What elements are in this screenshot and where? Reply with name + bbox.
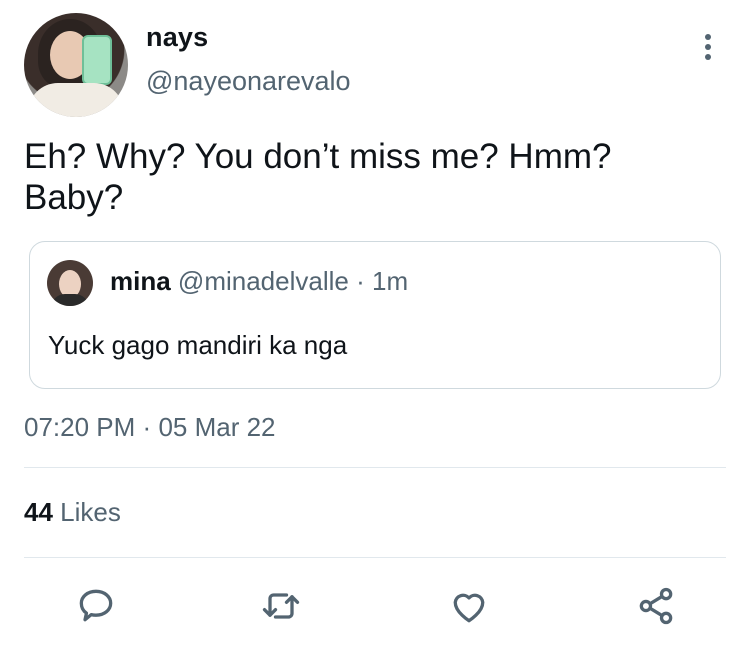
retweet-icon — [262, 593, 300, 619]
tweet-time: 07:20 PM — [24, 412, 136, 442]
tweet-text-line-2: Baby? — [24, 178, 124, 217]
divider-top — [24, 467, 726, 468]
more-options-icon[interactable] — [694, 32, 722, 62]
reply-button[interactable] — [74, 584, 118, 628]
quoted-name[interactable]: mina — [110, 266, 171, 296]
author-avatar[interactable] — [24, 13, 128, 117]
share-nodes-icon — [639, 587, 673, 625]
quoted-text: Yuck gago mandiri ka nga — [48, 330, 348, 360]
quoted-separator: · — [356, 266, 365, 296]
likes-count: 44 — [24, 497, 53, 527]
tweet-date: 05 Mar 22 — [158, 412, 276, 442]
divider-bottom — [24, 557, 726, 558]
quoted-avatar[interactable] — [47, 260, 93, 306]
tweet-timestamp[interactable]: 07:20 PM · 05 Mar 22 — [24, 412, 276, 443]
quoted-handle[interactable]: @minadelvalle — [178, 266, 349, 296]
share-button[interactable] — [634, 584, 678, 628]
retweet-button[interactable] — [259, 584, 303, 628]
quoted-time: 1m — [371, 266, 409, 296]
timestamp-separator: · — [142, 412, 152, 442]
author-name[interactable]: nays — [146, 22, 208, 53]
quoted-header: mina @minadelvalle · 1m — [110, 266, 408, 297]
tweet-text: Eh? Why? You don’t miss me? Hmm? Baby? — [24, 136, 714, 218]
heart-icon — [453, 593, 485, 623]
author-handle[interactable]: @nayeonarevalo — [146, 66, 351, 97]
speech-bubble-icon — [79, 589, 113, 622]
quoted-tweet-card[interactable]: mina @minadelvalle · 1m Yuck gago mandir… — [29, 241, 721, 389]
tweet-text-line-1: Eh? Why? You don’t miss me? Hmm? — [24, 137, 612, 176]
like-button[interactable] — [447, 584, 491, 628]
likes-label: Likes — [60, 497, 121, 527]
likes-stat[interactable]: 44 Likes — [24, 497, 121, 528]
